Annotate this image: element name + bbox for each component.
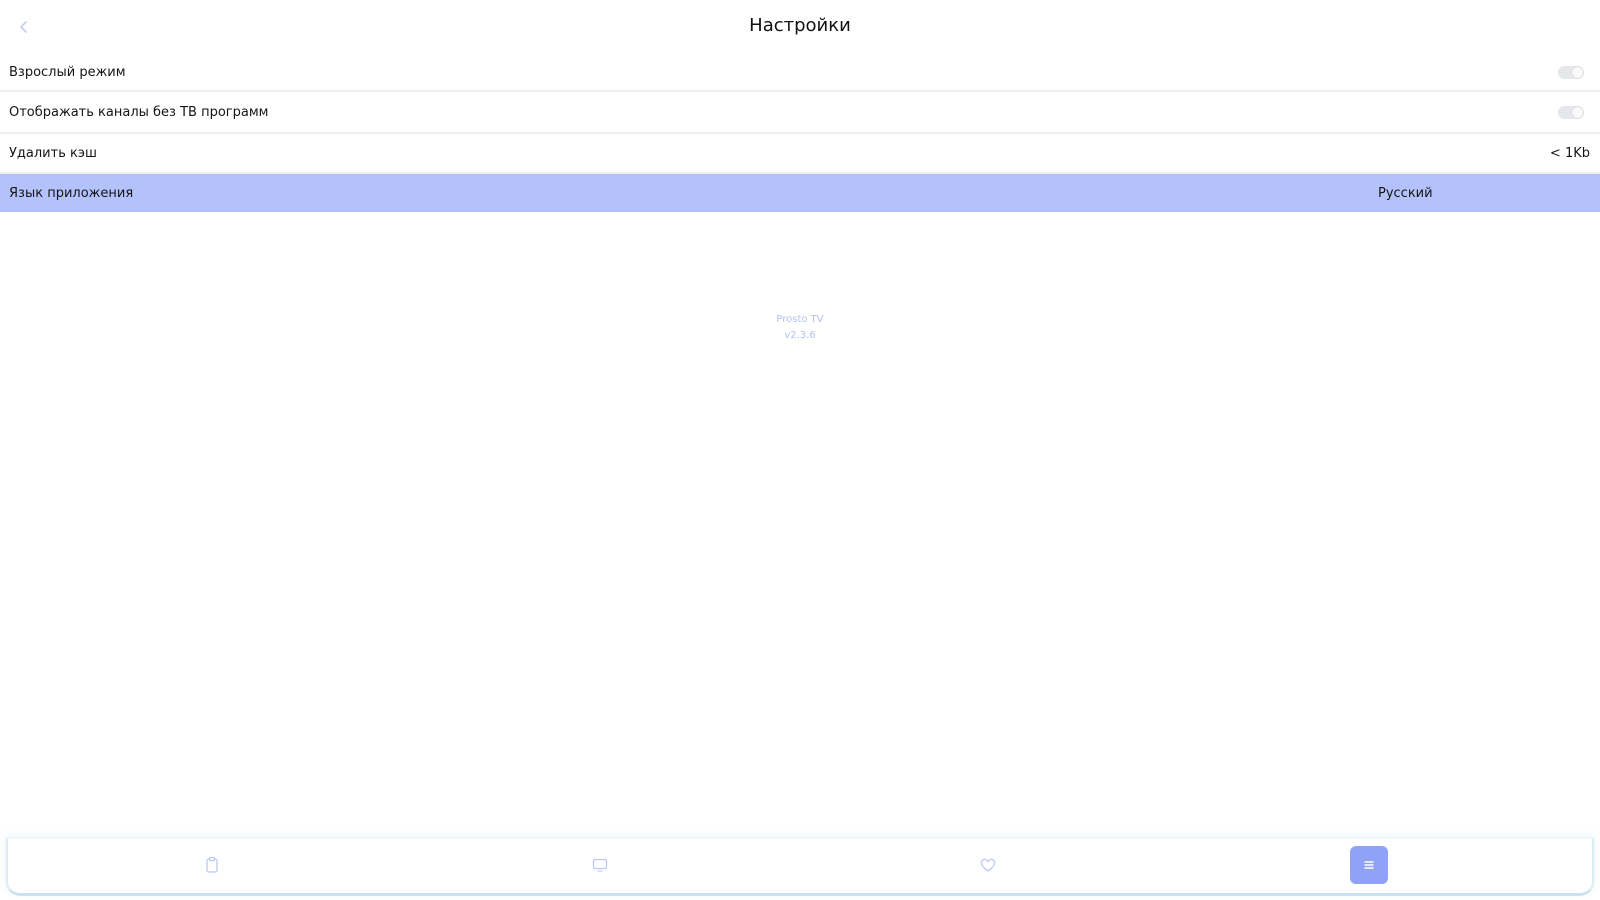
bottom-nav: [6, 838, 1594, 896]
settings-list-icon: [1364, 861, 1374, 869]
setting-row-adult-mode[interactable]: Взрослый режим: [0, 54, 1600, 92]
page-title: Настройки: [749, 15, 851, 36]
setting-row-app-language[interactable]: Язык приложения Русский: [0, 174, 1600, 212]
cache-size-value: < 1Kb: [1549, 145, 1590, 161]
settings-screen: Настройки Взрослый режим Отображать кана…: [0, 0, 1600, 900]
nav-guide-button[interactable]: [193, 846, 231, 884]
toggle-knob: [1572, 106, 1583, 118]
setting-label: Удалить кэш: [9, 145, 97, 161]
toggle-knob: [1572, 66, 1583, 78]
header: Настройки: [0, 0, 1600, 54]
setting-row-show-channels-without-epg[interactable]: Отображать каналы без ТВ программ: [0, 92, 1600, 134]
language-value: Русский: [1378, 185, 1433, 201]
settings-list: Взрослый режим Отображать каналы без ТВ …: [0, 54, 1600, 212]
heart-icon: [980, 858, 996, 872]
setting-row-clear-cache[interactable]: Удалить кэш < 1Kb: [0, 134, 1600, 174]
clipboard-icon: [206, 856, 218, 873]
adult-mode-toggle[interactable]: [1558, 65, 1584, 79]
setting-label: Язык приложения: [9, 185, 134, 201]
nav-favorites-button[interactable]: [969, 846, 1007, 884]
nav-settings-button[interactable]: [1350, 846, 1388, 884]
setting-label: Взрослый режим: [9, 64, 126, 80]
tv-icon: [592, 858, 608, 872]
setting-label: Отображать каналы без ТВ программ: [9, 104, 269, 120]
app-name: Prosto TV: [776, 314, 824, 325]
nav-channels-button[interactable]: [581, 846, 619, 884]
show-channels-toggle[interactable]: [1558, 105, 1584, 119]
app-info: Prosto TV v2.3.6: [0, 312, 1600, 344]
app-version: v2.3.6: [784, 330, 816, 341]
